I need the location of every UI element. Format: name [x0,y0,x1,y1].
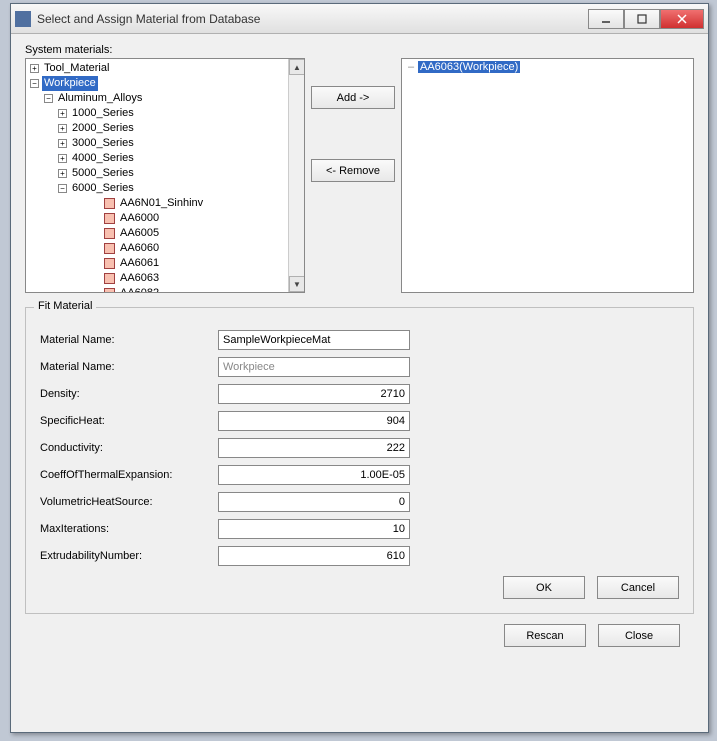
tree-node-workpiece[interactable]: −Workpiece [28,76,304,91]
cancel-button[interactable]: Cancel [597,576,679,599]
specific-heat-label: SpecificHeat: [40,415,218,427]
tree-leaf-aa6005[interactable]: AA6005 [28,226,304,241]
density-input[interactable] [218,384,410,404]
tree-node-5000-series[interactable]: +5000_Series [28,166,304,181]
system-materials-tree[interactable]: +Tool_Material −Workpiece −Aluminum_Allo… [25,58,305,293]
tree-scrollbar[interactable]: ▲ ▼ [288,59,304,292]
coeff-thermal-label: CoeffOfThermalExpansion: [40,469,218,481]
vol-heat-source-label: VolumetricHeatSource: [40,496,218,508]
fit-material-legend: Fit Material [34,300,96,312]
scroll-down-button[interactable]: ▼ [289,276,305,292]
minimize-button[interactable] [588,9,624,29]
app-icon [15,11,31,27]
tree-leaf-aa6061[interactable]: AA6061 [28,256,304,271]
tree-node-tool-material[interactable]: +Tool_Material [28,61,304,76]
assigned-item[interactable]: – AA6063(Workpiece) [404,61,691,73]
scroll-up-button[interactable]: ▲ [289,59,305,75]
rescan-button[interactable]: Rescan [504,624,586,647]
window-title: Select and Assign Material from Database [37,12,588,26]
max-iterations-label: MaxIterations: [40,523,218,535]
extrudability-input[interactable] [218,546,410,566]
material-icon [104,198,115,209]
tree-node-1000-series[interactable]: +1000_Series [28,106,304,121]
material-name2-label: Material Name: [40,361,218,373]
material-name-label: Material Name: [40,334,218,346]
material-icon [104,228,115,239]
remove-button[interactable]: <- Remove [311,159,395,182]
material-icon [104,273,115,284]
vol-heat-source-input[interactable] [218,492,410,512]
close-button[interactable]: Close [598,624,680,647]
ok-button[interactable]: OK [503,576,585,599]
material-icon [104,258,115,269]
dialog-window: Select and Assign Material from Database… [10,3,709,733]
fit-material-group: Fit Material Material Name: Material Nam… [25,307,694,614]
maximize-button[interactable] [624,9,660,29]
tree-leaf-aa6082[interactable]: AA6082 [28,286,304,293]
material-name2-input[interactable] [218,357,410,377]
tree-node-2000-series[interactable]: +2000_Series [28,121,304,136]
add-button[interactable]: Add -> [311,86,395,109]
tree-node-3000-series[interactable]: +3000_Series [28,136,304,151]
tree-node-4000-series[interactable]: +4000_Series [28,151,304,166]
assigned-materials-list[interactable]: – AA6063(Workpiece) [401,58,694,293]
density-label: Density: [40,388,218,400]
coeff-thermal-input[interactable] [218,465,410,485]
material-icon [104,243,115,254]
tree-leaf-aa6000[interactable]: AA6000 [28,211,304,226]
close-window-button[interactable] [660,9,704,29]
system-materials-label: System materials: [25,44,694,56]
material-icon [104,213,115,224]
max-iterations-input[interactable] [218,519,410,539]
specific-heat-input[interactable] [218,411,410,431]
conductivity-label: Conductivity: [40,442,218,454]
tree-leaf-aa6060[interactable]: AA6060 [28,241,304,256]
tree-node-6000-series[interactable]: −6000_Series [28,181,304,196]
conductivity-input[interactable] [218,438,410,458]
tree-leaf-aa6n01[interactable]: AA6N01_Sinhinv [28,196,304,211]
material-name-input[interactable] [218,330,410,350]
tree-leaf-aa6063[interactable]: AA6063 [28,271,304,286]
extrudability-label: ExtrudabilityNumber: [40,550,218,562]
tree-node-aluminum-alloys[interactable]: −Aluminum_Alloys [28,91,304,106]
material-icon [104,288,115,293]
titlebar[interactable]: Select and Assign Material from Database [11,4,708,34]
